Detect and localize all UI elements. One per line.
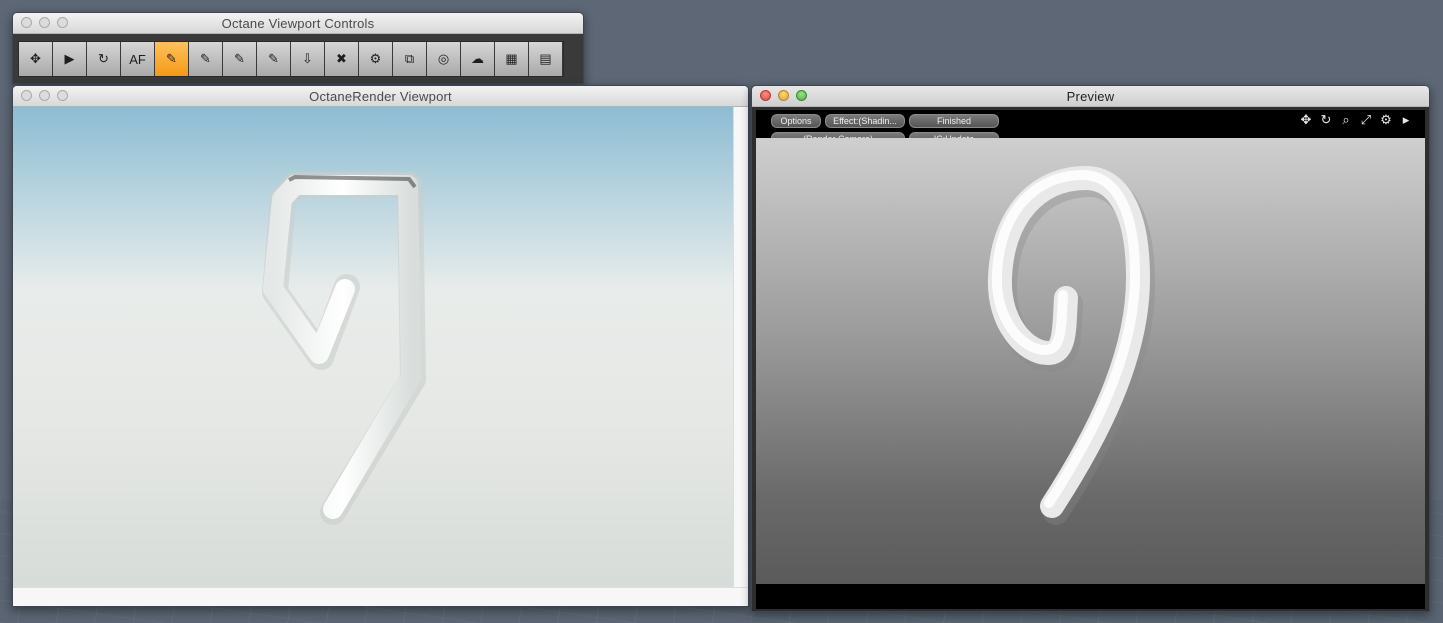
- controls-toolbar: ✥ ▶ ↻ AF ✎ ✎ ✎ ✎ ⇩ ✖ ⚙ ⧉ ◎ ☁ ▦ ▤: [18, 41, 564, 77]
- window-title: OctaneRender Viewport: [309, 89, 452, 104]
- reset-button[interactable]: ↻: [87, 42, 121, 76]
- import-button[interactable]: ⇩: [291, 42, 325, 76]
- export-button[interactable]: ⧉: [393, 42, 427, 76]
- expand-icon[interactable]: ⤢: [1359, 112, 1373, 128]
- preview-window: Preview Options Effect:(Shadin... Finish…: [751, 85, 1430, 612]
- play-icon: ▶: [64, 51, 75, 66]
- cloud-button[interactable]: ☁: [461, 42, 495, 76]
- viewport-titlebar[interactable]: OctaneRender Viewport: [13, 86, 748, 107]
- import-icon: ⇩: [302, 51, 313, 66]
- clear-button[interactable]: ✖: [325, 42, 359, 76]
- material-picker-icon: ✎: [200, 51, 211, 66]
- object-picker-button[interactable]: ✎: [257, 42, 291, 76]
- viewport-status-bar: [13, 587, 748, 606]
- viewport-side-panel: [733, 107, 748, 587]
- play-button[interactable]: ▶: [53, 42, 87, 76]
- preview-spiral-shape: [987, 165, 1156, 525]
- auto-focus-button[interactable]: AF: [121, 42, 155, 76]
- rendered-spiral-shape: [262, 172, 426, 525]
- auto-focus-icon: AF: [129, 51, 146, 67]
- rotate-icon[interactable]: ↻: [1319, 112, 1333, 128]
- fit-view-icon: ✥: [30, 51, 41, 66]
- window-title: Preview: [1066, 89, 1115, 104]
- object-picker-icon: ✎: [268, 51, 279, 66]
- fit-view-button[interactable]: ✥: [19, 42, 53, 76]
- window-title: Octane Viewport Controls: [221, 16, 375, 31]
- preview-toolbar: Options Effect:(Shadin... Finished (Rend…: [756, 110, 1425, 146]
- focus-picker-icon: ✎: [166, 51, 177, 66]
- preview-icon-bar: ✥ ↻ ⌕ ⤢ ⚙ ▸: [1299, 112, 1413, 128]
- preview-render-area[interactable]: [756, 138, 1425, 584]
- octane-viewport-window: OctaneRender Viewport: [12, 85, 749, 607]
- clear-icon: ✖: [336, 51, 347, 66]
- export-icon: ⧉: [404, 51, 415, 66]
- camera-icon: ◎: [437, 51, 450, 66]
- preview-titlebar[interactable]: Preview: [752, 86, 1429, 107]
- preview-status-bar: [756, 584, 1425, 609]
- controls-titlebar[interactable]: Octane Viewport Controls: [13, 13, 583, 34]
- cloud-icon: ☁: [471, 51, 484, 66]
- camera-button[interactable]: ◎: [427, 42, 461, 76]
- play-arrow-icon[interactable]: ▸: [1399, 112, 1413, 128]
- material-picker-button[interactable]: ✎: [189, 42, 223, 76]
- region-picker-button[interactable]: ✎: [223, 42, 257, 76]
- move-icon[interactable]: ✥: [1299, 112, 1313, 128]
- effect-dropdown[interactable]: Effect:(Shadin...: [825, 114, 905, 128]
- texture-button[interactable]: ▦: [495, 42, 529, 76]
- info-button[interactable]: ▤: [529, 42, 563, 76]
- reset-icon: ↻: [98, 51, 109, 66]
- settings-button[interactable]: ⚙: [359, 42, 393, 76]
- options-button[interactable]: Options: [771, 114, 821, 128]
- status-button[interactable]: Finished: [909, 114, 999, 128]
- settings-icon: ⚙: [369, 51, 382, 66]
- focus-picker-button[interactable]: ✎: [155, 42, 189, 76]
- render-canvas[interactable]: [13, 107, 733, 587]
- texture-icon: ▦: [505, 51, 518, 66]
- region-picker-icon: ✎: [234, 51, 245, 66]
- zoom-icon[interactable]: ⌕: [1339, 112, 1353, 128]
- viewport-controls-window: Octane Viewport Controls ✥ ▶ ↻ AF ✎ ✎ ✎ ✎ ⇩ ✖ ⚙ ⧉ ◎ ☁…: [12, 12, 584, 84]
- gear-icon[interactable]: ⚙: [1379, 112, 1393, 128]
- info-icon: ▤: [539, 51, 552, 66]
